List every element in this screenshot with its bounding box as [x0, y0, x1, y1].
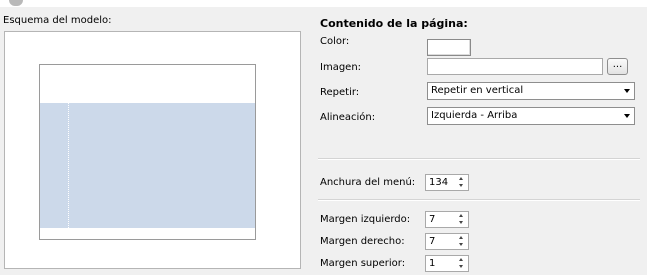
repeat-select[interactable]: Repetir en vertical	[427, 82, 635, 100]
menu-width-stepper[interactable]: 134	[425, 174, 469, 191]
chevron-down-icon	[624, 114, 630, 118]
menu-width-label: Anchura del menú:	[320, 177, 416, 188]
preview-page	[39, 64, 256, 240]
template-preview	[4, 31, 301, 269]
margin-right-label: Margen derecho:	[320, 236, 405, 247]
top-strip	[0, 0, 647, 7]
color-label: Color:	[320, 36, 350, 47]
divider	[318, 158, 640, 160]
align-label: Alineación:	[320, 112, 376, 123]
margin-left-value: 7	[429, 214, 436, 225]
preview-content-area	[40, 103, 255, 228]
margin-top-stepper[interactable]: 1	[425, 255, 469, 272]
chevron-down-icon	[624, 89, 630, 93]
preview-menu-guide	[68, 103, 69, 228]
section-title: Contenido de la página:	[320, 17, 468, 30]
margin-right-value: 7	[429, 236, 436, 247]
alignment-select[interactable]: Izquierda - Arriba	[427, 107, 635, 125]
spin-arrows-icon[interactable]	[457, 235, 467, 248]
margin-top-value: 1	[429, 258, 436, 269]
repeat-label: Repetir:	[320, 87, 360, 98]
spin-arrows-icon[interactable]	[457, 213, 467, 226]
app-logo-icon	[9, 0, 23, 6]
spin-arrows-icon[interactable]	[457, 176, 467, 189]
color-picker-button[interactable]	[427, 39, 471, 56]
margin-top-label: Margen superior:	[320, 258, 406, 269]
margin-left-label: Margen izquierdo:	[320, 214, 411, 225]
browse-image-button[interactable]: ...	[607, 58, 628, 75]
alignment-select-value: Izquierda - Arriba	[431, 110, 518, 121]
margin-right-stepper[interactable]: 7	[425, 233, 469, 250]
image-label: Imagen:	[320, 62, 362, 73]
repeat-select-value: Repetir en vertical	[431, 85, 524, 96]
preview-label: Esquema del modelo:	[3, 15, 112, 26]
divider	[318, 199, 640, 201]
image-input[interactable]	[427, 58, 603, 75]
margin-left-stepper[interactable]: 7	[425, 211, 469, 228]
menu-width-value: 134	[429, 177, 449, 188]
spin-arrows-icon[interactable]	[457, 257, 467, 270]
page-settings-panel: Esquema del modelo: Contenido de la pági…	[0, 7, 647, 275]
